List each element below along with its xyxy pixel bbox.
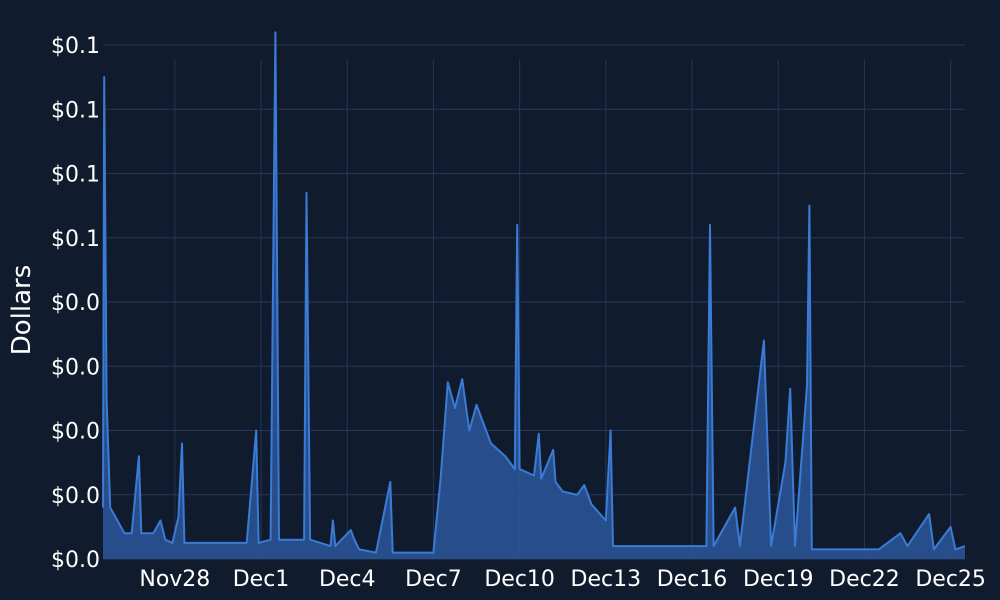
x-tick-label: Dec19 [743,567,814,592]
y-tick-label: $0.0 [51,291,100,316]
y-tick-label: $0.1 [51,227,100,252]
x-tick-label: Dec25 [915,567,986,592]
series-area-fill [103,32,965,559]
x-tick-label: Nov28 [139,567,210,592]
x-tick-label: Dec1 [233,567,290,592]
y-tick-label: $0.0 [51,548,100,573]
series-line [102,31,966,554]
x-axis-ticks: Nov28 Dec1 Dec4 Dec7 Dec10 Dec13 Dec16 Dec19 Dec… [139,567,986,592]
series-area [102,31,966,559]
x-tick-label: Dec13 [571,567,642,592]
y-tick-label: $0.1 [51,34,100,59]
area-chart: $0.0 $0.0 $0.0 $0.0 $0.0 $0.1 $0.1 $0.1 $0.1 Nov… [7,31,986,592]
y-axis-ticks: $0.0 $0.0 $0.0 $0.0 $0.0 $0.1 $0.1 $0.1 $0.1 [51,34,100,573]
x-tick-label: Dec4 [319,567,376,592]
x-tick-label: Dec16 [657,567,728,592]
x-tick-label: Dec10 [484,567,555,592]
x-tick-label: Dec22 [829,567,900,592]
chart-container: $0.0 $0.0 $0.0 $0.0 $0.0 $0.1 $0.1 $0.1 $0.1 Nov… [0,0,1000,600]
y-axis-title: Dollars [7,265,37,356]
y-tick-label: $0.0 [51,420,100,445]
x-tick-label: Dec7 [405,567,462,592]
y-tick-label: $0.1 [51,163,100,188]
y-tick-label: $0.0 [51,355,100,380]
y-tick-label: $0.1 [51,98,100,123]
y-tick-label: $0.0 [51,484,100,509]
